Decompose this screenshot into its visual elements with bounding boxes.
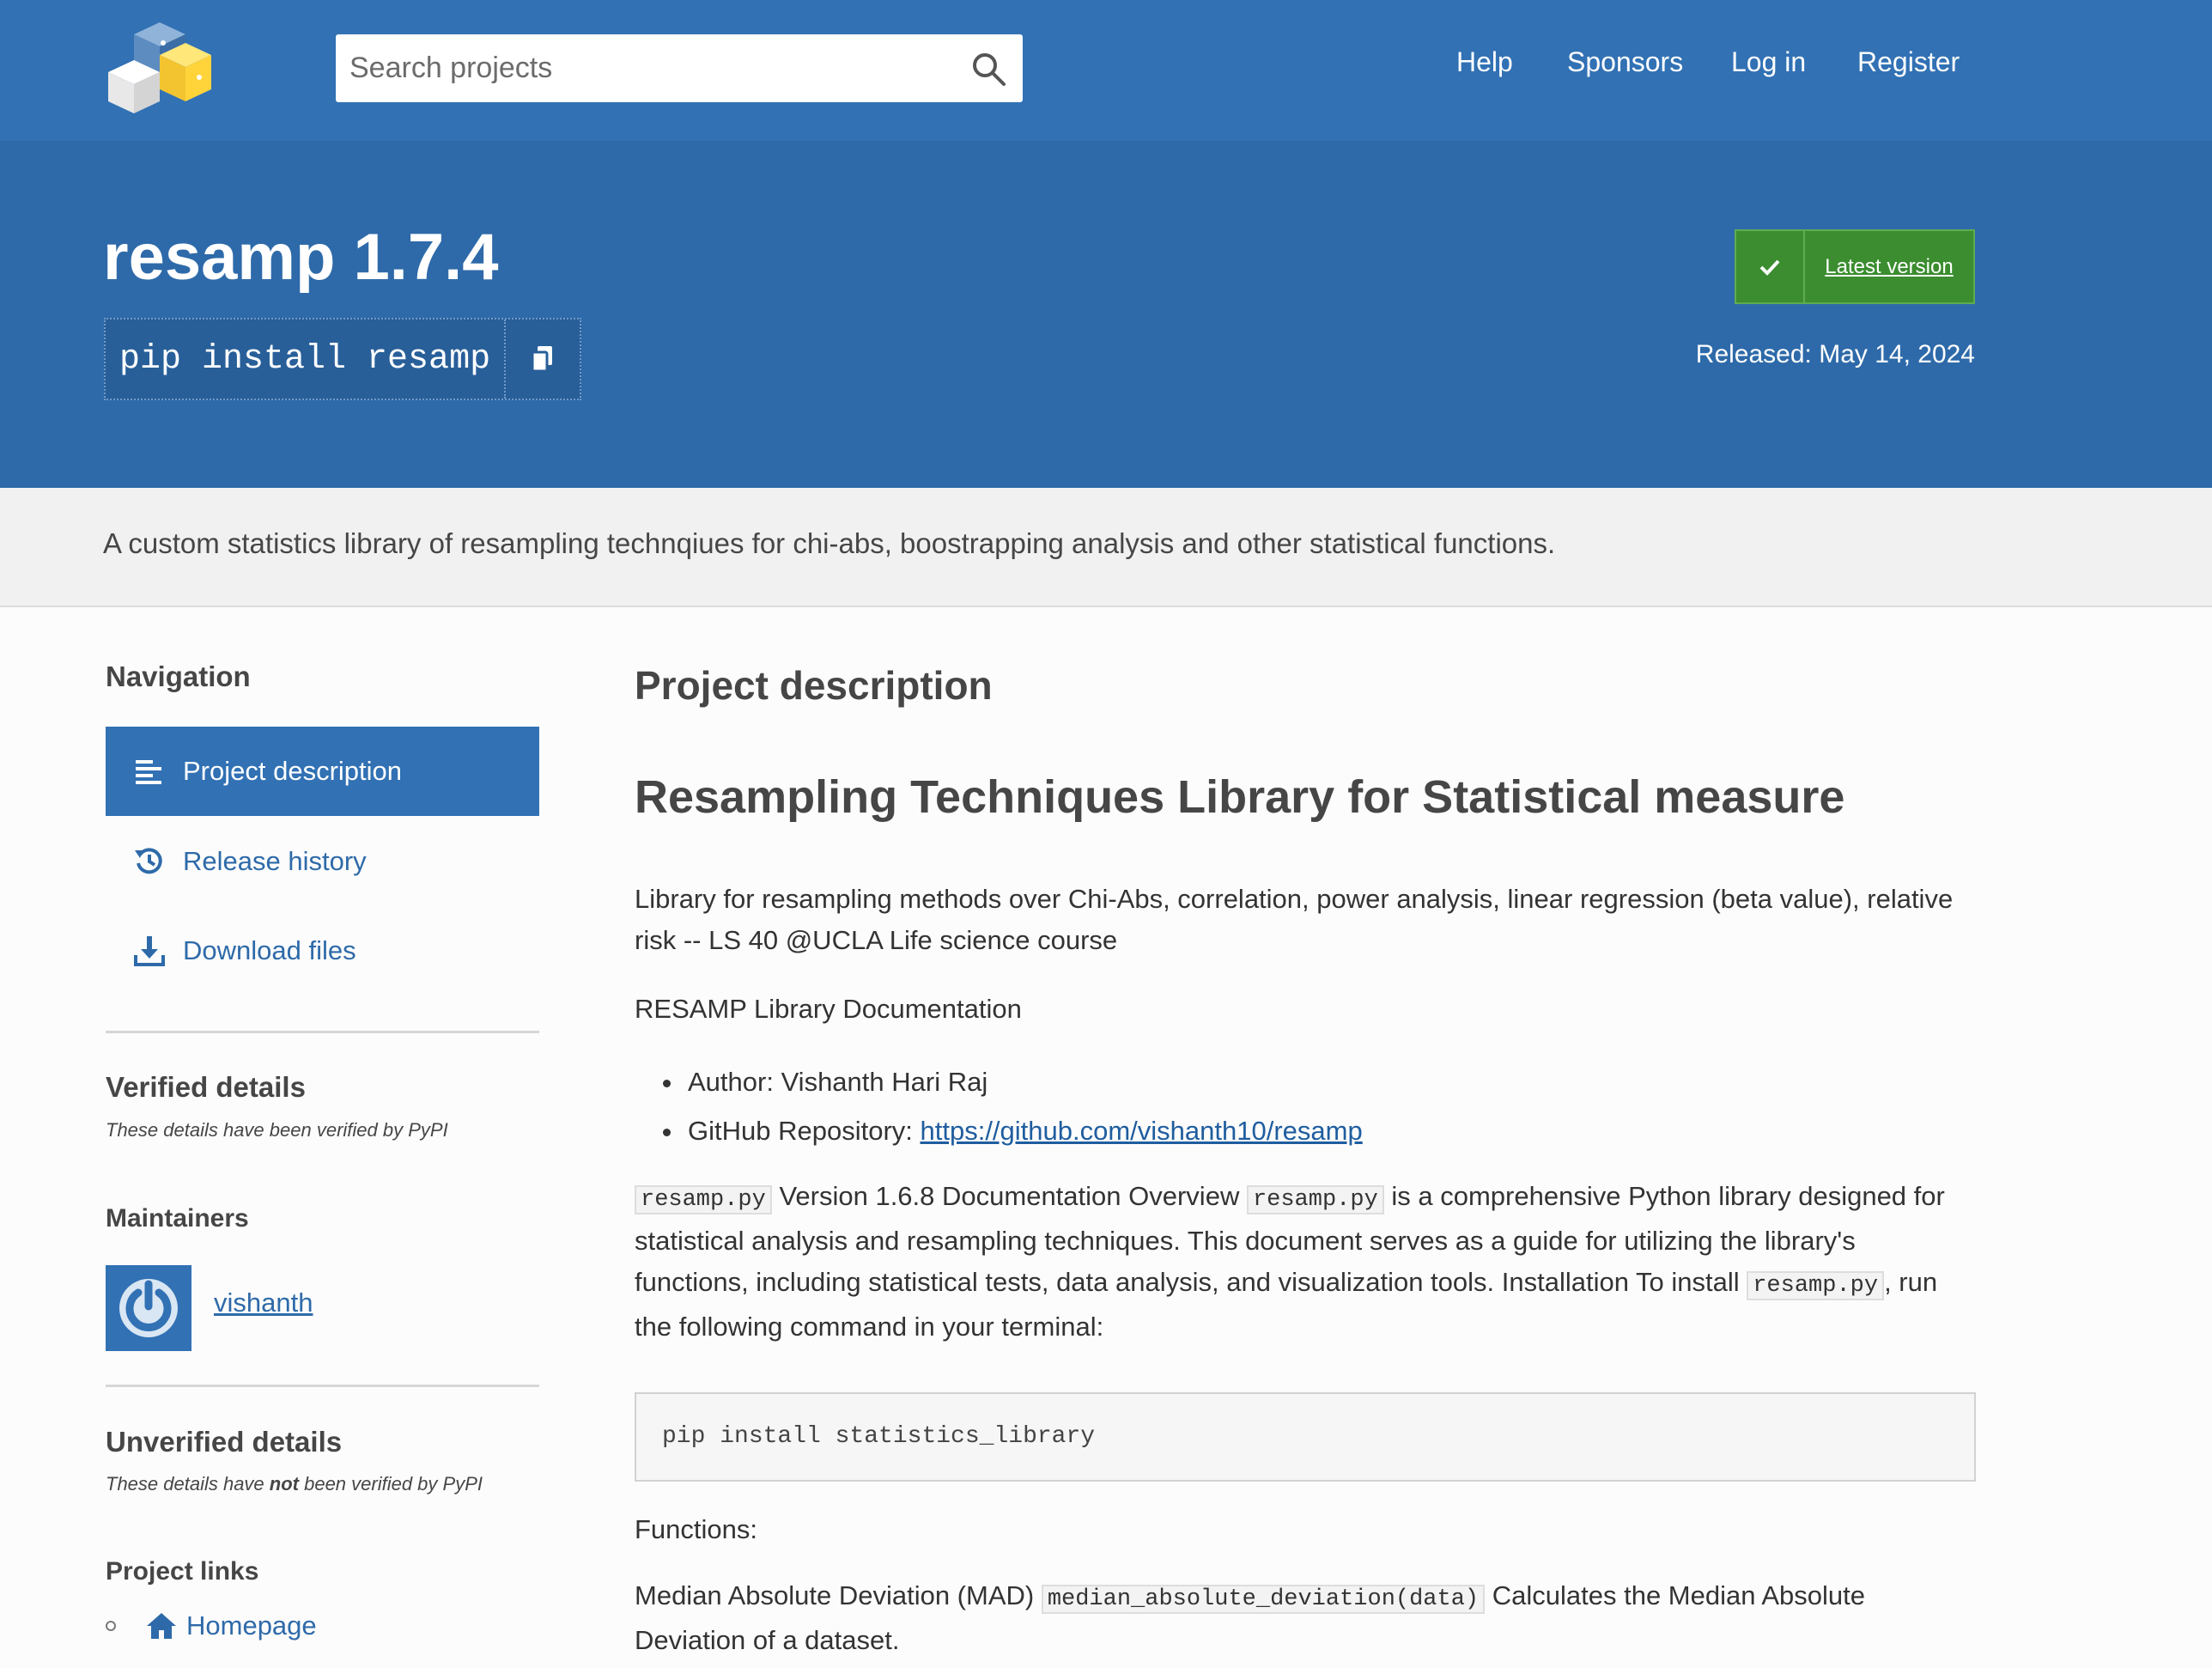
latest-version-link[interactable]: Latest version xyxy=(1805,231,1973,302)
pip-command[interactable]: pip install resamp xyxy=(106,340,504,379)
info-list: Author: Vishanth Hari Raj GitHub Reposit… xyxy=(684,1057,1363,1155)
mad-paragraph: Median Absolute Deviation (MAD) median_a… xyxy=(635,1575,1976,1661)
homepage-label: Homepage xyxy=(186,1610,317,1641)
inline-code: resamp.py xyxy=(635,1185,772,1214)
author-label: Author: xyxy=(688,1067,781,1097)
tab-label: Download files xyxy=(183,935,356,965)
copy-icon xyxy=(531,346,553,373)
unverified-note: These details have not been verified by … xyxy=(106,1473,483,1495)
intro-paragraph: Library for resampling methods over Chi-… xyxy=(635,884,1954,955)
navigation-heading: Navigation xyxy=(106,661,251,692)
package-summary-bar: A custom statistics library of resamplin… xyxy=(0,488,2212,607)
tab-label: Project description xyxy=(183,756,403,786)
search-box xyxy=(336,34,1023,102)
list-item: Author: Vishanth Hari Raj xyxy=(684,1057,1363,1106)
latest-version-badge[interactable]: Latest version xyxy=(1735,229,1975,304)
search-icon[interactable] xyxy=(969,50,1007,88)
verified-heading: Verified details xyxy=(106,1071,306,1103)
pip-command-box: pip install resamp xyxy=(104,318,582,400)
home-icon xyxy=(147,1613,176,1639)
note-text: These details have xyxy=(106,1473,270,1495)
inline-code: resamp.py xyxy=(1747,1271,1885,1300)
nav-sponsors-link[interactable]: Sponsors xyxy=(1567,46,1683,78)
copy-button[interactable] xyxy=(504,320,580,399)
list-item: GitHub Repository: https://github.com/vi… xyxy=(684,1106,1363,1155)
nav-help-link[interactable]: Help xyxy=(1456,46,1513,78)
functions-label: Functions: xyxy=(635,1514,758,1544)
site-header: Help Sponsors Log in Register xyxy=(0,0,2212,141)
code-block[interactable]: pip install statistics_library xyxy=(635,1392,1976,1482)
verified-note: These details have been verified by PyPI xyxy=(106,1119,448,1141)
github-link[interactable]: https://github.com/vishanth10/resamp xyxy=(921,1116,1363,1146)
overview-paragraph: resamp.py Version 1.6.8 Documentation Ov… xyxy=(635,1176,1976,1348)
release-date: Released: May 14, 2024 xyxy=(1695,340,1975,368)
pypi-logo[interactable] xyxy=(103,17,216,117)
sidebar-divider xyxy=(106,1385,539,1387)
inline-code: resamp.py xyxy=(1246,1185,1384,1214)
maintainer-link[interactable]: vishanth xyxy=(214,1288,313,1318)
align-left-icon xyxy=(136,760,161,784)
author-name: Vishanth Hari Raj xyxy=(781,1067,988,1097)
nav-login-link[interactable]: Log in xyxy=(1731,46,1806,78)
github-label: GitHub Repository: xyxy=(688,1116,921,1146)
list-bullet xyxy=(106,1621,116,1631)
latest-check-cell xyxy=(1736,231,1805,302)
nav-register-link[interactable]: Register xyxy=(1857,46,1960,78)
section-title: Project description xyxy=(635,663,993,708)
overview-text: Version 1.6.8 Documentation Overview xyxy=(771,1181,1247,1211)
note-emphasis: not xyxy=(269,1473,299,1495)
package-summary: A custom statistics library of resamplin… xyxy=(103,527,1556,559)
mad-text: Median Absolute Deviation (MAD) xyxy=(635,1580,1042,1610)
history-icon xyxy=(135,848,162,874)
note-text: been verified by PyPI xyxy=(298,1473,483,1495)
homepage-link[interactable]: Homepage xyxy=(106,1610,317,1641)
search-input[interactable] xyxy=(336,34,954,102)
download-icon xyxy=(134,936,165,966)
tab-label: Release history xyxy=(183,846,367,876)
sidebar-divider xyxy=(106,1031,539,1033)
check-icon xyxy=(1759,259,1780,276)
package-title: resamp 1.7.4 xyxy=(103,221,499,294)
inline-code: median_absolute_deviation(data) xyxy=(1041,1585,1486,1614)
readme-heading: Resampling Techniques Library for Statis… xyxy=(635,771,1845,823)
power-icon xyxy=(119,1279,178,1337)
tab-release-history[interactable]: Release history xyxy=(106,817,539,906)
project-links-heading: Project links xyxy=(106,1557,259,1586)
unverified-heading: Unverified details xyxy=(106,1426,343,1458)
maintainers-heading: Maintainers xyxy=(106,1204,249,1233)
avatar[interactable] xyxy=(106,1265,191,1351)
tab-download-files[interactable]: Download files xyxy=(106,906,539,995)
doc-title: RESAMP Library Documentation xyxy=(635,994,1022,1024)
package-header: resamp 1.7.4 pip install resamp Latest v… xyxy=(0,141,2212,488)
tab-project-description[interactable]: Project description xyxy=(106,727,539,816)
